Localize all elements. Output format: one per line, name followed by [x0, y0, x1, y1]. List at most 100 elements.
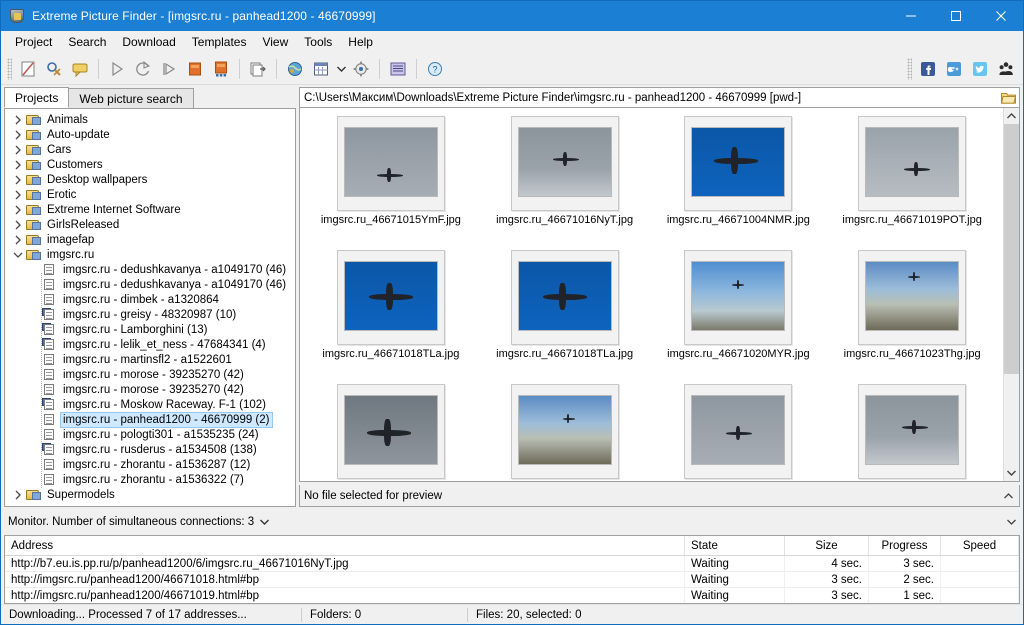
tree-item[interactable]: imgsrc.ru - greisy - 48320987 (10) — [5, 307, 295, 322]
tree-item[interactable]: imgsrc.ru - pologti301 - a1535235 (24) — [5, 427, 295, 442]
thumbnail-item[interactable]: imgsrc.ru_46671018TLa.jpg — [478, 250, 652, 384]
tree-item[interactable]: imgsrc.ru — [5, 247, 295, 262]
monitor-panel-chevron-down-icon[interactable] — [1002, 519, 1020, 525]
tree-item[interactable]: GirlsReleased — [5, 217, 295, 232]
thumbnail-frame[interactable] — [858, 116, 967, 211]
column-header-address[interactable]: Address — [5, 536, 685, 555]
menu-tools[interactable]: Tools — [296, 32, 340, 52]
chevron-right-icon[interactable] — [11, 490, 25, 500]
thumbnail-item[interactable]: imgsrc.ru_46671019POT.jpg — [825, 116, 999, 250]
thumbnail-item[interactable]: imgsrc.ru_46671063vOa.jpg — [825, 384, 999, 481]
tab-web-picture-search[interactable]: Web picture search — [68, 88, 194, 108]
maximize-button[interactable] — [933, 1, 978, 31]
thumbnail-frame[interactable] — [336, 250, 445, 345]
table-row[interactable]: http://b7.eu.is.pp.ru/p/panhead1200/6/im… — [5, 556, 1019, 572]
thumbnail-item[interactable]: imgsrc.ru_46671035LOU.jpg — [478, 384, 652, 481]
thumbnail-item[interactable]: imgsrc.ru_46670999eOT.jpg — [652, 384, 826, 481]
thumbnail-image[interactable] — [517, 126, 612, 197]
thumbnail-frame[interactable] — [684, 116, 793, 211]
google-plus-icon[interactable] — [941, 56, 967, 82]
thumbnail-image[interactable] — [865, 126, 960, 197]
tree-item[interactable]: imgsrc.ru - morose - 39235270 (42) — [5, 382, 295, 397]
thumbnail-image[interactable] — [343, 126, 438, 197]
project-tree[interactable]: Animals Auto-update Cars Customers Desktop w… — [4, 108, 296, 507]
refresh-download-icon[interactable] — [130, 56, 156, 82]
close-button[interactable] — [978, 1, 1023, 31]
thumbnail-image[interactable] — [865, 394, 960, 465]
chevron-right-icon[interactable] — [11, 175, 25, 185]
tree-item[interactable]: Extreme Internet Software — [5, 202, 295, 217]
download-queue-table[interactable]: Address State Size Progress Speed http:/… — [4, 535, 1020, 604]
thumbnail-frame[interactable] — [858, 384, 967, 479]
tree-item[interactable]: imgsrc.ru - dimbek - a1320864 — [5, 292, 295, 307]
monitor-connections[interactable]: Monitor. Number of simultaneous connecti… — [4, 511, 1002, 532]
tree-item[interactable]: imgsrc.ru - morose - 39235270 (42) — [5, 367, 295, 382]
thumbnail-image[interactable] — [865, 260, 960, 331]
help-icon[interactable]: ? — [422, 56, 448, 82]
thumbnail-item[interactable]: imgsrc.ru_46671018TLa.jpg — [304, 250, 478, 384]
tree-item[interactable]: imgsrc.ru - zhorantu - a1536287 (12) — [5, 457, 295, 472]
thumbnail-image[interactable] — [517, 260, 612, 331]
address-bar[interactable]: C:\Users\Максим\Downloads\Extreme Pictur… — [299, 87, 1020, 108]
thumbnail-image[interactable] — [691, 394, 786, 465]
menu-project[interactable]: Project — [7, 32, 60, 52]
tree-item[interactable]: imgsrc.ru - panhead1200 - 46670999 (2) — [5, 411, 295, 428]
community-icon[interactable] — [993, 56, 1019, 82]
chevron-up-icon[interactable] — [1001, 492, 1015, 499]
stop-all-icon[interactable] — [208, 56, 234, 82]
chevron-right-icon[interactable] — [11, 190, 25, 200]
tree-item[interactable]: Animals — [5, 112, 295, 127]
facebook-icon[interactable] — [915, 56, 941, 82]
chevron-right-icon[interactable] — [11, 160, 25, 170]
tree-item[interactable]: imgsrc.ru - dedushkavanya - a1049170 (46… — [5, 277, 295, 292]
scheduler-icon[interactable] — [308, 56, 334, 82]
column-header-progress[interactable]: Progress — [869, 536, 941, 555]
tree-item[interactable]: imgsrc.ru - lelik_et_ness - 47684341 (4) — [5, 337, 295, 352]
tree-item[interactable]: imgsrc.ru - Moskow Raceway. F-1 (102) — [5, 397, 295, 412]
scheduler-dropdown-icon[interactable] — [334, 56, 348, 82]
thumbnail-item[interactable]: imgsrc.ru_46671015YmF.jpg — [304, 116, 478, 250]
menu-search[interactable]: Search — [60, 32, 114, 52]
thumbnail-item[interactable]: imgsrc.ru_46671016NyT.jpg — [478, 116, 652, 250]
column-header-size[interactable]: Size — [785, 536, 869, 555]
tree-item[interactable]: Desktop wallpapers — [5, 172, 295, 187]
chevron-right-icon[interactable] — [11, 115, 25, 125]
thumbnail-frame[interactable] — [510, 250, 619, 345]
tree-item[interactable]: Supermodels — [5, 487, 295, 502]
tree-item[interactable]: imagefap — [5, 232, 295, 247]
step-download-icon[interactable] — [156, 56, 182, 82]
chevron-right-icon[interactable] — [11, 130, 25, 140]
tree-item[interactable]: Cars — [5, 142, 295, 157]
export-icon[interactable] — [245, 56, 271, 82]
menu-download[interactable]: Download — [114, 32, 183, 52]
stop-download-icon[interactable] — [182, 56, 208, 82]
twitter-icon[interactable] — [967, 56, 993, 82]
tree-item[interactable]: imgsrc.ru - Lamborghini (13) — [5, 322, 295, 337]
thumbnail-frame[interactable] — [336, 116, 445, 211]
menu-help[interactable]: Help — [340, 32, 381, 52]
table-row[interactable]: http://imgsrc.ru/panhead1200/46671019.ht… — [5, 588, 1019, 603]
thumbnail-frame[interactable] — [510, 116, 619, 211]
thumbnail-image[interactable] — [517, 394, 612, 465]
tree-item[interactable]: imgsrc.ru - martinsfl2 - a1522601 — [5, 352, 295, 367]
thumbnail-image[interactable] — [691, 126, 786, 197]
templates-icon[interactable] — [385, 56, 411, 82]
thumbnail-frame[interactable] — [684, 250, 793, 345]
new-project-icon[interactable] — [15, 56, 41, 82]
toolbar-grip[interactable] — [7, 57, 12, 80]
tree-item[interactable]: Customers — [5, 157, 295, 172]
menu-templates[interactable]: Templates — [184, 32, 255, 52]
thumbnail-scrollbar[interactable] — [1003, 108, 1019, 481]
column-header-speed[interactable]: Speed — [941, 536, 1019, 555]
tree-item[interactable]: imgsrc.ru - rusderus - a1534508 (138) — [5, 442, 295, 457]
tree-item[interactable]: Auto-update — [5, 127, 295, 142]
thumbnail-item[interactable]: imgsrc.ru_46671020MYR.jpg — [652, 250, 826, 384]
tree-item[interactable]: imgsrc.ru - dedushkavanya - a1049170 (46… — [5, 262, 295, 277]
column-header-state[interactable]: State — [685, 536, 785, 555]
tab-projects[interactable]: Projects — [4, 87, 70, 108]
chevron-right-icon[interactable] — [11, 205, 25, 215]
thumbnail-frame[interactable] — [336, 384, 445, 479]
social-toolbar-grip[interactable] — [907, 57, 912, 80]
thumbnail-frame[interactable] — [510, 384, 619, 479]
chevron-down-icon[interactable] — [260, 516, 270, 528]
